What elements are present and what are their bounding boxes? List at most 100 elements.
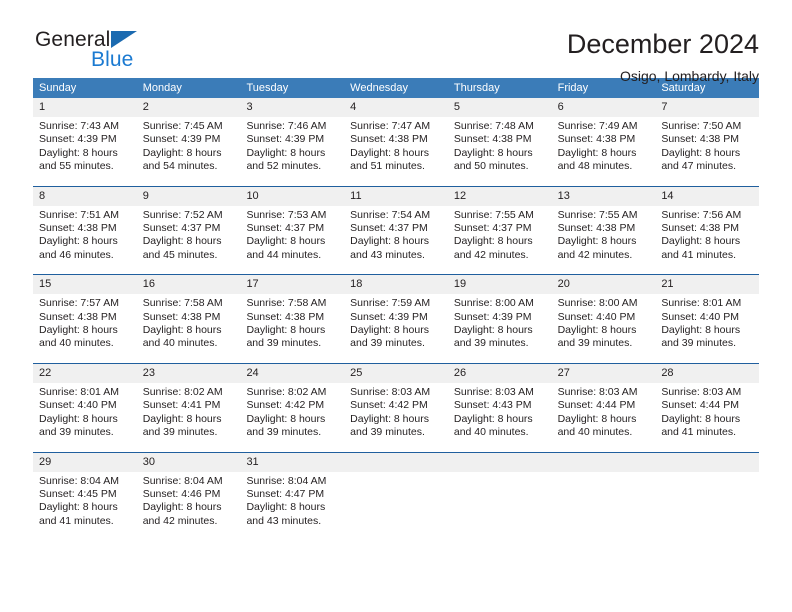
- sunrise-time: Sunrise: 7:49 AM: [557, 120, 638, 132]
- day-cell[interactable]: 15 Sunrise: 7:57 AM Sunset: 4:38 PM Dayligh…: [33, 275, 137, 363]
- daylight-duration-line1: Daylight: 8 hours: [661, 146, 741, 159]
- day-cell[interactable]: 4 Sunrise: 7:47 AM Sunset: 4:38 PM Daylight…: [344, 98, 448, 186]
- daylight-duration-line2: and 40 minutes.: [453, 426, 529, 439]
- sunrise-time: Sunrise: 8:04 AM: [39, 474, 119, 487]
- day-cell[interactable]: 12 Sunrise: 7:55 AM Sunset: 4:37 PM Dayligh…: [447, 186, 552, 275]
- day-details: Sunrise: 8:02 AM Sunset: 4:42 PM Daylight:…: [240, 383, 344, 440]
- sunrise-time: Sunrise: 8:03 AM: [557, 385, 638, 398]
- daylight-duration-line2: and 52 minutes.: [246, 160, 322, 173]
- day-cell[interactable]: 27 Sunrise: 8:03 AM Sunset: 4:44 PM Dayligh…: [551, 363, 656, 452]
- day-details: Sunrise: 8:01 AM Sunset: 4:40 PM Daylight:…: [655, 294, 759, 351]
- day-cell[interactable]: 17 Sunrise: 7:58 AM Sunset: 4:38 PM Dayligh…: [240, 275, 345, 363]
- day-details: Sunrise: 8:04 AM Sunset: 4:46 PM Daylight:…: [137, 472, 241, 529]
- sunrise-time: Sunrise: 8:01 AM: [39, 385, 119, 398]
- day-number: [551, 452, 656, 472]
- sunset-time: Sunset: 4:40 PM: [557, 310, 636, 323]
- day-cell[interactable]: 8 Sunrise: 7:51 AM Sunset: 4:38 PM Daylight…: [33, 186, 137, 275]
- daylight-duration-line1: Daylight: 8 hours: [39, 324, 118, 337]
- day-details: Sunrise: 7:50 AM Sunset: 4:38 PM Daylight:…: [655, 117, 759, 174]
- day-cell[interactable]: 2 Sunrise: 7:45 AM Sunset: 4:39 PM Daylight…: [136, 98, 241, 186]
- sunrise-time: Sunrise: 7:57 AM: [39, 297, 119, 310]
- sunrise-time: Sunrise: 8:04 AM: [142, 474, 223, 487]
- day-number: 21: [655, 275, 760, 295]
- sunset-time: Sunset: 4:45 PM: [39, 487, 117, 500]
- daylight-duration-line1: Daylight: 8 hours: [350, 235, 429, 248]
- daylight-duration-line2: and 39 minutes.: [142, 426, 218, 439]
- day-cell[interactable]: 29 Sunrise: 8:04 AM Sunset: 4:45 PM Dayligh…: [33, 452, 137, 541]
- daylight-duration-line1: Daylight: 8 hours: [557, 412, 637, 425]
- day-cell[interactable]: 24 Sunrise: 8:02 AM Sunset: 4:42 PM Dayligh…: [240, 363, 345, 452]
- day-cell[interactable]: 14 Sunrise: 7:56 AM Sunset: 4:38 PM Dayligh…: [655, 186, 760, 275]
- daylight-duration-line2: and 40 minutes.: [557, 426, 633, 439]
- daylight-duration-line2: and 42 minutes.: [453, 248, 529, 261]
- sunset-time: Sunset: 4:37 PM: [453, 222, 532, 235]
- daylight-duration-line1: Daylight: 8 hours: [246, 324, 326, 337]
- sunrise-time: Sunrise: 7:54 AM: [350, 208, 431, 221]
- day-cell[interactable]: 11 Sunrise: 7:54 AM Sunset: 4:37 PM Dayligh…: [344, 186, 448, 275]
- day-cell[interactable]: 9 Sunrise: 7:52 AM Sunset: 4:37 PM Daylight…: [136, 186, 241, 275]
- day-cell[interactable]: 28 Sunrise: 8:03 AM Sunset: 4:44 PM Dayligh…: [655, 363, 760, 452]
- day-cell[interactable]: 3 Sunrise: 7:46 AM Sunset: 4:39 PM Daylight…: [240, 98, 345, 186]
- day-number: 9: [136, 186, 241, 206]
- sunset-time: Sunset: 4:42 PM: [246, 399, 325, 412]
- sunset-time: Sunset: 4:38 PM: [557, 133, 636, 146]
- sunrise-time: [558, 475, 650, 488]
- day-number: 24: [240, 363, 345, 383]
- day-cell[interactable]: 26 Sunrise: 8:03 AM Sunset: 4:43 PM Dayligh…: [447, 363, 552, 452]
- sunset-time: Sunset: 4:38 PM: [557, 222, 636, 235]
- week-cells: 15 Sunrise: 7:57 AM Sunset: 4:38 PM Dayligh…: [33, 275, 760, 363]
- daylight-duration-line1: [558, 501, 650, 514]
- day-cell-empty: [655, 452, 760, 541]
- day-number: [655, 452, 760, 472]
- sunset-time: Sunset: 4:41 PM: [142, 399, 221, 412]
- daylight-duration-line2: and 42 minutes.: [142, 514, 218, 527]
- page-title: December 2024: [566, 29, 759, 59]
- day-cell[interactable]: 19 Sunrise: 8:00 AM Sunset: 4:39 PM Dayligh…: [447, 275, 552, 363]
- sunset-time: Sunset: 4:42 PM: [350, 399, 428, 412]
- day-details: Sunrise: 7:54 AM Sunset: 4:37 PM Daylight:…: [344, 206, 448, 263]
- calendar-page: General Blue December 2024 Osigo, Lombar…: [0, 0, 792, 612]
- sunset-time: Sunset: 4:39 PM: [39, 133, 117, 146]
- day-cell[interactable]: 31 Sunrise: 8:04 AM Sunset: 4:47 PM Dayligh…: [240, 452, 345, 541]
- sunrise-time: Sunrise: 7:53 AM: [246, 208, 327, 221]
- day-cell[interactable]: 25 Sunrise: 8:03 AM Sunset: 4:42 PM Dayligh…: [344, 363, 448, 452]
- logo-word-blue: Blue: [91, 48, 134, 71]
- daylight-duration-line1: Daylight: 8 hours: [661, 324, 741, 337]
- day-cell[interactable]: 18 Sunrise: 7:59 AM Sunset: 4:39 PM Dayligh…: [344, 275, 448, 363]
- general-blue-logo[interactable]: General Blue: [33, 28, 183, 78]
- day-cell[interactable]: 23 Sunrise: 8:02 AM Sunset: 4:41 PM Dayligh…: [136, 363, 241, 452]
- day-details: [344, 472, 448, 527]
- daylight-duration-line1: Daylight: 8 hours: [350, 324, 429, 337]
- daylight-duration-line2: [661, 514, 753, 527]
- day-cell[interactable]: 21 Sunrise: 8:01 AM Sunset: 4:40 PM Dayligh…: [655, 275, 760, 363]
- sunrise-time: Sunrise: 7:50 AM: [661, 120, 742, 132]
- day-cell[interactable]: 16 Sunrise: 7:58 AM Sunset: 4:38 PM Dayligh…: [136, 275, 241, 363]
- day-number: [447, 452, 552, 472]
- day-cell[interactable]: 13 Sunrise: 7:55 AM Sunset: 4:38 PM Dayligh…: [551, 186, 656, 275]
- sunrise-time: Sunrise: 8:03 AM: [453, 385, 534, 398]
- day-number: 14: [655, 186, 760, 206]
- day-cell[interactable]: 22 Sunrise: 8:01 AM Sunset: 4:40 PM Dayligh…: [33, 363, 137, 452]
- calendar-grid: Sunday Monday Tuesday Wednesday Thursday Frid…: [33, 78, 760, 541]
- daylight-duration-line1: Daylight: 8 hours: [661, 235, 741, 248]
- day-cell[interactable]: 6 Sunrise: 7:49 AM Sunset: 4:38 PM Daylight…: [551, 98, 656, 186]
- weekday-header-friday: Friday: [557, 82, 589, 94]
- daylight-duration-line1: Daylight: 8 hours: [246, 412, 326, 425]
- day-cell[interactable]: 5 Sunrise: 7:48 AM Sunset: 4:38 PM Daylight…: [447, 98, 552, 186]
- daylight-duration-line2: and 40 minutes.: [142, 337, 218, 350]
- day-details: [655, 472, 759, 527]
- day-number: 6: [551, 98, 656, 117]
- day-details: Sunrise: 7:57 AM Sunset: 4:38 PM Daylight:…: [33, 294, 137, 351]
- calendar-week-row: 29 Sunrise: 8:04 AM Sunset: 4:45 PM Dayligh…: [33, 451, 760, 541]
- day-cell[interactable]: 20 Sunrise: 8:00 AM Sunset: 4:40 PM Dayligh…: [551, 275, 656, 363]
- day-number: 4: [344, 98, 448, 117]
- day-details: Sunrise: 8:03 AM Sunset: 4:44 PM Daylight:…: [655, 383, 759, 440]
- day-cell[interactable]: 30 Sunrise: 8:04 AM Sunset: 4:46 PM Dayligh…: [136, 452, 241, 541]
- day-cell[interactable]: 1 Sunrise: 7:43 AM Sunset: 4:39 PM Daylight…: [33, 98, 137, 186]
- day-details: Sunrise: 7:49 AM Sunset: 4:38 PM Daylight:…: [552, 117, 656, 174]
- daylight-duration-line1: Daylight: 8 hours: [39, 235, 118, 248]
- day-cell[interactable]: 7 Sunrise: 7:50 AM Sunset: 4:38 PM Daylight…: [655, 98, 760, 186]
- calendar-week-row: 8 Sunrise: 7:51 AM Sunset: 4:38 PM Daylight…: [33, 185, 760, 275]
- day-details: Sunrise: 7:58 AM Sunset: 4:38 PM Daylight:…: [240, 294, 344, 351]
- day-cell[interactable]: 10 Sunrise: 7:53 AM Sunset: 4:37 PM Dayligh…: [240, 186, 345, 275]
